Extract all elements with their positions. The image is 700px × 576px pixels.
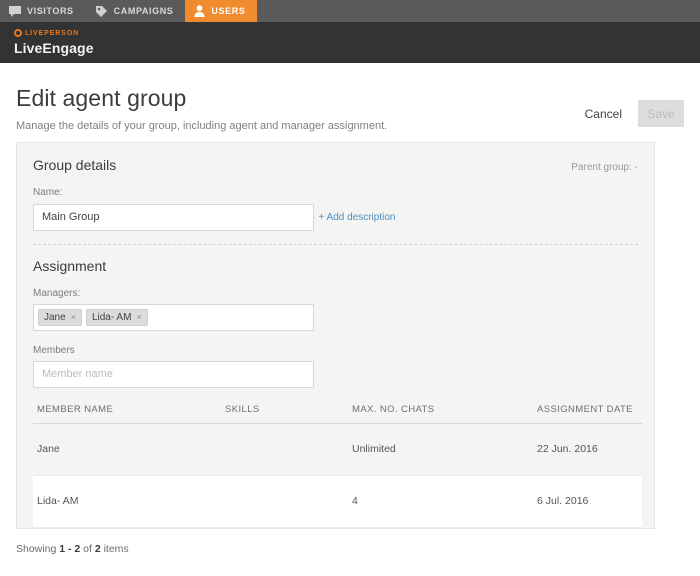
group-name-input[interactable] — [33, 203, 314, 231]
brand-lockup: LIVEPERSON — [14, 27, 700, 39]
header-actions: Cancel Save — [581, 100, 684, 127]
column-header-member-name: MEMBER NAME — [37, 403, 114, 415]
column-header-assignment-date: ASSIGNMENT DATE — [537, 403, 633, 415]
tab-users-label: USERS — [211, 6, 246, 16]
showing-suffix: items — [100, 542, 129, 555]
table-row[interactable]: Jane Unlimited 22 Jun. 2016 — [33, 424, 642, 476]
members-label: Members — [33, 344, 75, 356]
members-input[interactable] — [33, 360, 314, 388]
section-divider — [33, 243, 638, 245]
group-details-header: Group details Parent group: - — [33, 157, 638, 173]
tab-campaigns-label: CAMPAIGNS — [113, 6, 174, 16]
column-header-max-no-chats: MAX. NO. CHATS — [352, 403, 435, 415]
liveperson-logo-icon — [14, 29, 22, 37]
page-header: Edit agent group Manage the details of y… — [0, 63, 700, 142]
tab-visitors[interactable]: VISITORS — [0, 0, 86, 22]
add-description-link[interactable]: + Add description — [318, 212, 395, 223]
tab-campaigns[interactable]: CAMPAIGNS — [86, 0, 186, 22]
main-tab-bar: VISITORS CAMPAIGNS USERS — [0, 0, 700, 22]
save-button[interactable]: Save — [638, 100, 684, 127]
managers-label: Managers: — [33, 287, 81, 299]
cell-max-no-chats: Unlimited — [352, 443, 396, 455]
cancel-button[interactable]: Cancel — [581, 101, 626, 127]
brand-bar: LIVEPERSON LiveEngage — [0, 22, 700, 63]
cell-assignment-date: 6 Jul. 2016 — [537, 495, 589, 507]
pagination-status: Showing 1 - 2 of 2 items — [0, 529, 700, 555]
brand-product-name: LiveEngage — [14, 40, 94, 56]
cell-member-name: Lida- AM — [37, 495, 79, 507]
managers-tag-input[interactable]: Jane × Lida- AM × — [33, 303, 314, 331]
chat-bubble-icon — [9, 5, 21, 17]
manager-tag[interactable]: Jane × — [38, 308, 82, 326]
cell-member-name: Jane — [37, 443, 60, 455]
tag-icon — [95, 5, 108, 17]
user-icon — [194, 5, 205, 17]
showing-of: of — [80, 542, 95, 555]
members-table: MEMBER NAME SKILLS MAX. NO. CHATS ASSIGN… — [33, 404, 642, 528]
group-details-title: Group details — [33, 157, 117, 173]
remove-icon[interactable]: × — [71, 312, 76, 322]
cell-max-no-chats: 4 — [352, 495, 358, 507]
manager-tag-label: Lida- AM — [91, 311, 132, 323]
manager-tag-label: Jane — [44, 311, 66, 323]
assignment-title: Assignment — [33, 257, 107, 274]
showing-prefix: Showing — [16, 542, 60, 555]
table-row[interactable]: Lida- AM 4 6 Jul. 2016 — [33, 475, 642, 528]
name-label: Name: — [33, 187, 63, 198]
table-header-row: MEMBER NAME SKILLS MAX. NO. CHATS ASSIGN… — [33, 404, 642, 424]
cell-assignment-date: 22 Jun. 2016 — [537, 443, 598, 455]
tab-visitors-label: VISITORS — [27, 6, 74, 16]
column-header-skills: SKILLS — [225, 403, 260, 415]
tab-users[interactable]: USERS — [185, 0, 258, 22]
brand-company-name: LIVEPERSON — [25, 29, 80, 37]
remove-icon[interactable]: × — [136, 312, 141, 322]
parent-group-value: Parent group: - — [571, 162, 638, 173]
edit-agent-group-panel: Group details Parent group: - Name: + Ad… — [16, 142, 655, 529]
showing-range: 1 - 2 — [59, 542, 81, 555]
manager-tag[interactable]: Lida- AM × — [85, 308, 148, 326]
